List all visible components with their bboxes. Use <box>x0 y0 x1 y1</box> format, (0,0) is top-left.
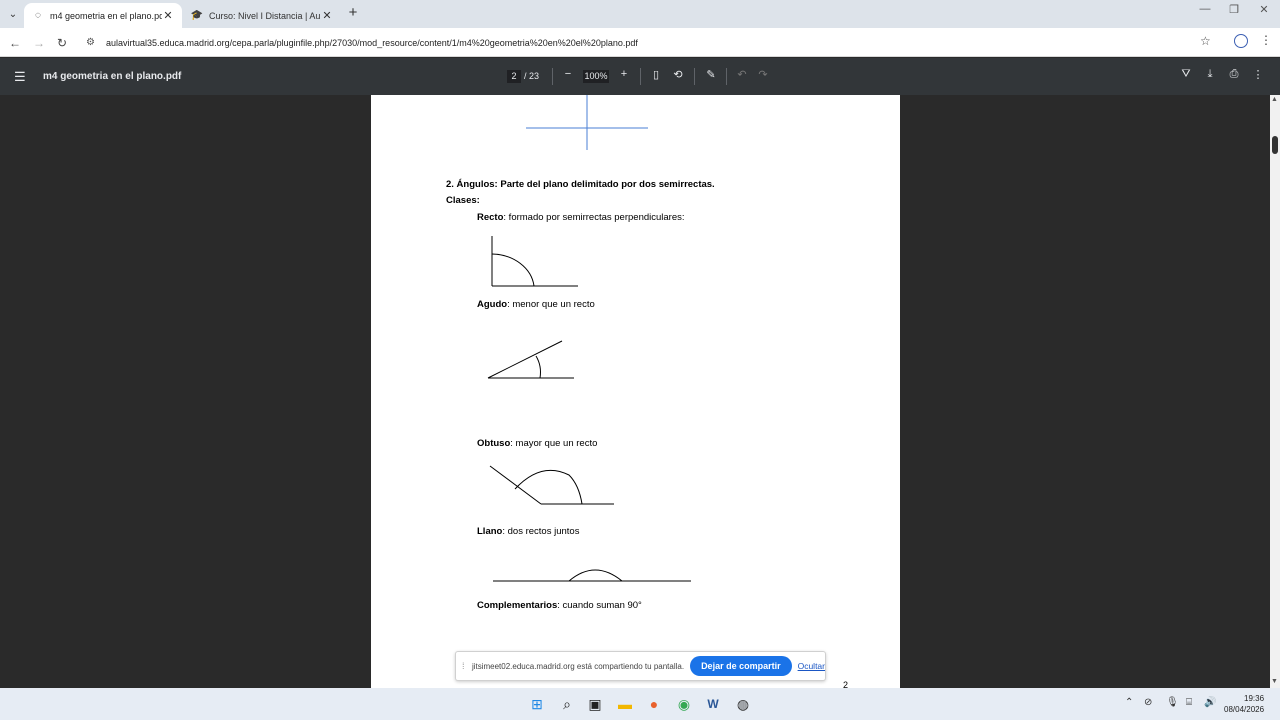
tab-strip: ⌄ ◌ m4 geometria en el plano.pdf ✕ 🎓 Cur… <box>0 0 1280 28</box>
reload-button[interactable]: ↻ <box>53 34 71 52</box>
word-icon[interactable]: W <box>702 693 724 715</box>
windows-start-icon[interactable]: ⊞ <box>526 693 548 715</box>
divider <box>694 68 695 85</box>
chrome-menu-icon[interactable]: ⋮ <box>1260 33 1272 47</box>
tab-title: Curso: Nivel I Distancia | AulaVi <box>209 10 321 21</box>
scroll-down-arrow-icon[interactable]: ▼ <box>1271 678 1278 685</box>
annotate-pen-icon[interactable]: ✎ <box>703 68 719 81</box>
item-term: Agudo <box>477 299 508 310</box>
divider <box>726 68 727 85</box>
browser-toolbar: ← → ↻ ⚙ aulavirtual35.educa.madrid.org/c… <box>0 28 1280 57</box>
share-message: jitsimeet02.educa.madrid.org está compar… <box>471 661 685 671</box>
item-term: Llano <box>477 526 503 537</box>
undo-icon[interactable]: ↶ <box>734 68 750 81</box>
more-options-icon[interactable]: ⋮ <box>1250 68 1266 81</box>
zoom-input[interactable]: 100% <box>583 70 609 83</box>
scrollbar-thumb[interactable] <box>1272 136 1278 154</box>
tab-course[interactable]: 🎓 Curso: Nivel I Distancia | AulaVi ✕ <box>183 3 341 28</box>
menu-icon[interactable]: ☰ <box>14 69 26 85</box>
url-text: aulavirtual35.educa.madrid.org/cepa.parl… <box>106 37 638 48</box>
item-llano: Llano: dos rectos juntos <box>477 526 579 537</box>
app-icon[interactable]: ◍ <box>732 693 754 715</box>
pdf-title: m4 geometria en el plano.pdf <box>43 71 182 82</box>
divider <box>640 68 641 85</box>
zoom-out-icon[interactable]: − <box>560 68 576 80</box>
save-to-drive-icon[interactable]: ⛛ <box>1178 68 1194 81</box>
site-info-icon[interactable]: ⚙ <box>86 37 102 48</box>
back-button[interactable]: ← <box>6 34 24 52</box>
item-desc: : cuando suman 90° <box>557 600 642 611</box>
vertical-scrollbar[interactable] <box>1270 95 1280 688</box>
maximize-button[interactable]: ❐ <box>1219 3 1249 16</box>
hide-link[interactable]: Ocultar <box>798 661 825 671</box>
item-complementarios: Complementarios: cuando suman 90° <box>477 600 642 611</box>
acute-angle-figure <box>487 340 574 379</box>
item-term: Obtuso <box>477 438 511 449</box>
search-icon[interactable]: ⌕ <box>556 693 578 715</box>
download-icon[interactable]: ⤓ <box>1202 68 1218 81</box>
item-desc: : formado por semirrectas perpendiculare… <box>503 212 685 223</box>
classes-label: Clases: <box>446 195 480 206</box>
tab-title: m4 geometria en el plano.pdf <box>50 10 162 21</box>
profile-avatar[interactable] <box>1234 34 1248 48</box>
address-bar[interactable]: ⚙ aulavirtual35.educa.madrid.org/cepa.pa… <box>80 32 1225 53</box>
tab-pdf[interactable]: ◌ m4 geometria en el plano.pdf ✕ <box>24 3 182 28</box>
close-tab-icon[interactable]: ✕ <box>162 9 174 22</box>
item-desc: : dos rectos juntos <box>502 526 580 537</box>
close-window-button[interactable]: ✕ <box>1249 3 1279 16</box>
graduation-cap-icon: 🎓 <box>190 10 204 21</box>
drag-handle-icon[interactable]: ⁞ <box>462 661 468 671</box>
task-view-icon[interactable]: ▣ <box>584 693 606 715</box>
page-number-input[interactable]: 2 <box>507 70 521 83</box>
volume-icon[interactable]: 🔊 <box>1204 697 1216 708</box>
minimize-button[interactable]: — <box>1190 3 1220 15</box>
chrome-icon[interactable]: ◉ <box>673 693 695 715</box>
forward-button[interactable]: → <box>30 34 48 52</box>
item-desc: : mayor que un recto <box>510 438 598 449</box>
item-desc: : menor que un recto <box>507 299 595 310</box>
new-tab-button[interactable]: + <box>345 5 361 21</box>
straight-angle-figure <box>493 569 691 582</box>
redo-icon[interactable]: ↷ <box>755 68 771 81</box>
file-explorer-icon[interactable]: ▬ <box>614 693 636 715</box>
taskbar: ⊞ ⌕ ▣ ▬ ● ◉ W ◍ ⌃ ⊘ 🎙 ⌸ 🔊 19:36 08/04/20… <box>0 688 1280 720</box>
tray-chevron-icon[interactable]: ⌃ <box>1125 697 1133 708</box>
clock-time: 19:36 <box>1244 694 1265 703</box>
pdf-toolbar: ☰ m4 geometria en el plano.pdf 2 / 23 − … <box>0 58 1280 95</box>
screen-share-bar: ⁞ jitsimeet02.educa.madrid.org está comp… <box>455 651 826 681</box>
page-total: / 23 <box>524 71 540 81</box>
fit-page-icon[interactable]: ▯ <box>648 68 664 81</box>
microphone-icon[interactable]: 🎙 <box>1166 697 1179 708</box>
print-icon[interactable]: ⎙ <box>1226 68 1242 81</box>
stop-sharing-button[interactable]: Dejar de compartir <box>690 656 792 676</box>
item-agudo: Agudo: menor que un recto <box>477 299 595 310</box>
obtuse-angle-figure <box>489 465 614 505</box>
tab-search-chevron-icon[interactable]: ⌄ <box>4 5 22 23</box>
clock-date: 08/04/2026 <box>1224 705 1265 714</box>
scroll-up-arrow-icon[interactable]: ▲ <box>1271 96 1278 103</box>
item-obtuso: Obtuso: mayor que un recto <box>477 438 597 449</box>
item-term: Complementarios <box>477 600 558 611</box>
right-angle-figure <box>491 236 578 287</box>
bookmark-star-icon[interactable]: ☆ <box>1200 34 1211 48</box>
pdf-page: 2. Ángulos: Parte del plano delimitado p… <box>371 95 900 688</box>
network-icon[interactable]: ⌸ <box>1186 697 1192 708</box>
firefox-icon[interactable]: ● <box>643 693 665 715</box>
close-tab-icon[interactable]: ✕ <box>321 9 333 22</box>
clock[interactable]: 19:36 08/04/2026 <box>1224 693 1264 715</box>
item-term: Recto <box>477 212 504 223</box>
loading-favicon-icon: ◌ <box>35 10 41 21</box>
section-heading: 2. Ángulos: Parte del plano delimitado p… <box>446 179 715 190</box>
camera-off-icon[interactable]: ⊘ <box>1144 697 1152 708</box>
document-viewport[interactable]: 2. Ángulos: Parte del plano delimitado p… <box>0 95 1270 688</box>
zoom-in-icon[interactable]: + <box>616 68 632 80</box>
item-recto: Recto: formado por semirrectas perpendic… <box>477 212 685 223</box>
rotate-icon[interactable]: ⟲ <box>670 68 686 81</box>
divider <box>552 68 553 85</box>
